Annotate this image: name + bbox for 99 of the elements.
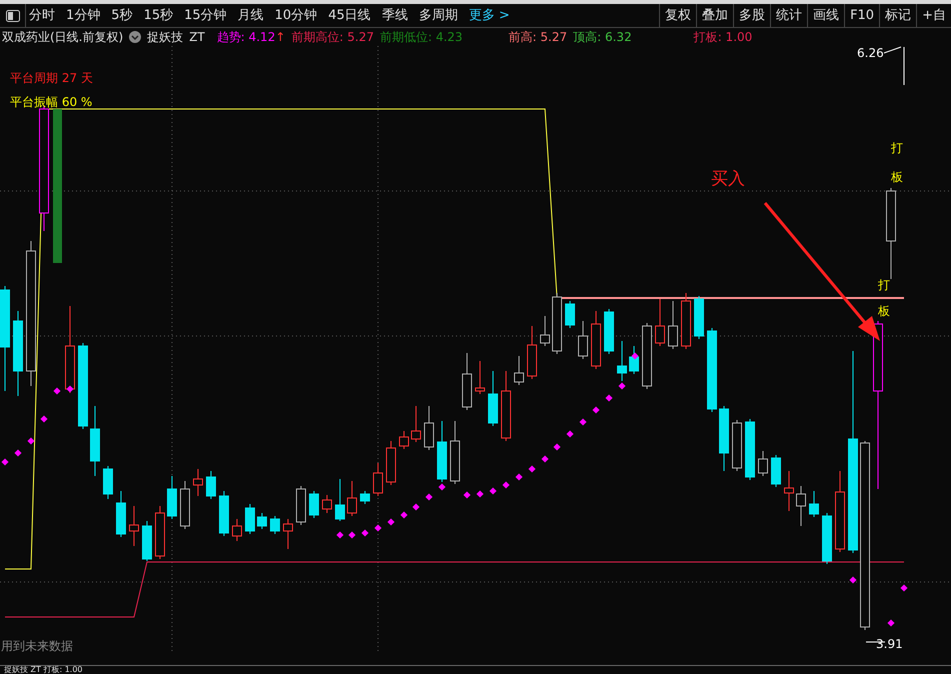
candlestick bbox=[155, 506, 165, 560]
candlestick bbox=[399, 430, 409, 450]
candlestick bbox=[719, 406, 729, 472]
indicator-value: 趋势: 4.12 bbox=[216, 29, 276, 46]
candlestick bbox=[129, 506, 139, 546]
candlestick bbox=[103, 466, 113, 500]
candlestick bbox=[642, 322, 652, 390]
candlestick bbox=[578, 320, 588, 360]
indicator-value: 前高: 5.27 bbox=[508, 29, 568, 46]
candlestick bbox=[475, 360, 485, 394]
toolbar-button[interactable]: F10 bbox=[844, 4, 880, 27]
period-tab[interactable]: 1分钟 bbox=[66, 6, 100, 26]
signal-mark: 打 bbox=[891, 141, 903, 155]
candlestick bbox=[296, 486, 306, 526]
candlestick bbox=[784, 470, 794, 512]
high-price-pointer bbox=[884, 46, 904, 86]
platform-stat: 平台周期 27 天 bbox=[10, 71, 93, 85]
candlestick bbox=[373, 462, 383, 496]
buy-label: 买入 bbox=[711, 169, 745, 189]
period-tab[interactable]: 月线 bbox=[238, 6, 264, 26]
candlestick bbox=[501, 370, 511, 442]
candlestick bbox=[322, 494, 332, 514]
candlestick bbox=[180, 480, 190, 530]
candlestick bbox=[193, 468, 203, 496]
toolbar-button[interactable]: 多股 bbox=[733, 4, 770, 27]
candlestick bbox=[424, 406, 434, 450]
candlestick bbox=[732, 420, 742, 472]
indicator-value: 前期高位: 5.27 bbox=[291, 29, 374, 46]
candlestick bbox=[283, 518, 293, 550]
candlestick bbox=[450, 420, 460, 484]
toolbar-button[interactable]: +自 bbox=[916, 4, 951, 27]
candlestick bbox=[771, 454, 781, 488]
future-data-note: 用到未来数据 bbox=[1, 639, 73, 653]
indicator-name: 捉妖技 bbox=[147, 29, 184, 46]
candlestick bbox=[437, 420, 447, 482]
candlestick bbox=[655, 298, 665, 346]
candlestick bbox=[219, 490, 229, 536]
candlestick bbox=[167, 476, 177, 520]
period-tab[interactable]: 15秒 bbox=[144, 6, 174, 26]
candlestick bbox=[462, 352, 472, 410]
period-tab[interactable]: 5秒 bbox=[111, 6, 133, 26]
candlestick bbox=[758, 450, 768, 476]
candlestick bbox=[565, 300, 575, 328]
period-tab[interactable]: 45日线 bbox=[328, 6, 371, 26]
high-price-label: 6.26 bbox=[857, 46, 884, 60]
candlestick bbox=[335, 478, 345, 522]
candlestick bbox=[617, 340, 627, 382]
candlestick bbox=[257, 512, 267, 530]
candlestick bbox=[745, 418, 755, 480]
candlestick bbox=[206, 470, 216, 500]
signal-mark: 板 bbox=[878, 304, 890, 318]
candlestick bbox=[309, 490, 319, 518]
dropdown-icon[interactable] bbox=[129, 31, 142, 43]
toolbar-button[interactable]: 标记 bbox=[879, 4, 916, 27]
candlestick bbox=[116, 490, 126, 538]
indicator-value: 前期低位: 4.23 bbox=[380, 29, 463, 46]
candlestick bbox=[142, 520, 152, 562]
more-button[interactable]: 更多 > bbox=[468, 6, 510, 26]
candlestick bbox=[90, 406, 100, 476]
candlestick bbox=[232, 518, 242, 542]
candlestick bbox=[540, 316, 550, 346]
candlestick bbox=[604, 308, 614, 354]
period-tab[interactable]: 15分钟 bbox=[184, 6, 227, 26]
indicator-value: 打板: 1.00 bbox=[694, 29, 752, 46]
panel-toggle-icon[interactable] bbox=[6, 10, 20, 22]
candlestick bbox=[591, 310, 601, 370]
toolbar-button[interactable]: 统计 bbox=[770, 4, 808, 27]
low-price-label: 3.91 bbox=[876, 637, 903, 651]
candlestick bbox=[347, 480, 357, 516]
candlestick bbox=[488, 370, 498, 426]
signal-mark: 板 bbox=[891, 170, 903, 184]
candlestick bbox=[360, 490, 370, 504]
trend-arrow: ↑ bbox=[275, 29, 286, 46]
candlestick bbox=[681, 292, 691, 350]
period-tab[interactable]: 分时 bbox=[29, 6, 55, 26]
candlestick bbox=[822, 512, 832, 564]
indicator-code: ZT bbox=[189, 29, 205, 46]
candlestick bbox=[527, 326, 537, 380]
candlestick bbox=[270, 516, 280, 534]
signal-mark: 打 bbox=[878, 278, 890, 292]
period-tab[interactable]: 10分钟 bbox=[274, 6, 318, 26]
candlestick bbox=[694, 296, 704, 340]
toolbar-button[interactable]: 叠加 bbox=[696, 4, 734, 27]
candlestick bbox=[411, 406, 421, 442]
platform-stat: 平台振幅 60 % bbox=[10, 95, 92, 109]
candlestick bbox=[386, 440, 396, 486]
candlestick bbox=[514, 356, 524, 386]
candlestick bbox=[668, 300, 678, 350]
candlestick bbox=[809, 490, 819, 518]
candlestick bbox=[552, 292, 562, 354]
stock-title: 双成药业(日线.前复权) bbox=[2, 29, 124, 46]
candlestick bbox=[796, 486, 806, 526]
indicator-value: 顶高: 6.32 bbox=[573, 29, 632, 46]
toolbar-button[interactable]: 复权 bbox=[659, 4, 696, 27]
candlestick bbox=[629, 346, 639, 374]
toolbar-button[interactable]: 画线 bbox=[807, 4, 844, 27]
period-tab[interactable]: 多周期 bbox=[418, 6, 458, 26]
candlestick bbox=[245, 504, 255, 534]
period-tab[interactable]: 季线 bbox=[382, 6, 408, 26]
